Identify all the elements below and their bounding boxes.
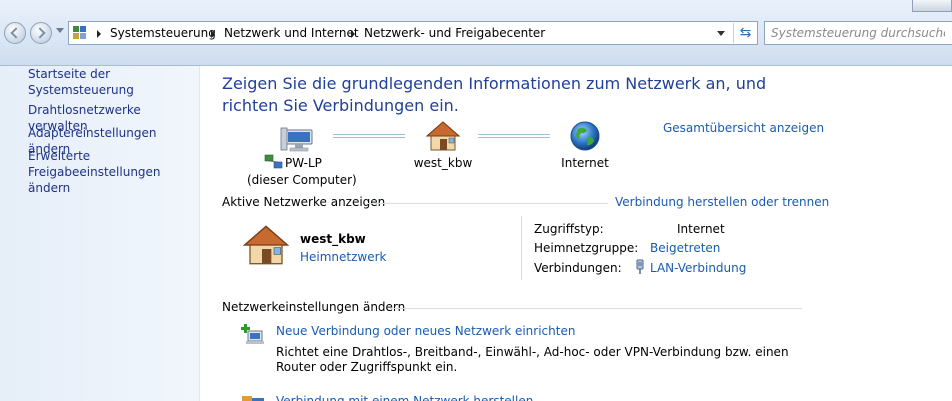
page-title: Zeigen Sie die grundlegenden Information…: [222, 74, 767, 115]
sidebar-item-advanced-sharing[interactable]: Erweiterte Freigabeeinstellungen ändern: [28, 148, 199, 196]
breadcrumb-separator-icon[interactable]: [211, 30, 215, 38]
new-connection-icon: [241, 324, 264, 344]
breadcrumb[interactable]: Systemsteuerung Netzwerk und Internet Ne…: [68, 21, 758, 45]
homegroup-label: Heimnetzgruppe:: [534, 241, 639, 255]
home-network-icon: [242, 225, 290, 265]
internet-label: Internet: [561, 156, 609, 170]
task-sidebar: Startseite der Systemsteuerung Drahtlosn…: [0, 66, 200, 401]
active-network-name: west_kbw: [300, 232, 366, 246]
homegroup-link[interactable]: Beigetreten: [650, 241, 720, 255]
breadcrumb-item-netzwerk-internet[interactable]: Netzwerk und Internet: [224, 26, 359, 40]
globe-icon[interactable]: [569, 120, 601, 152]
history-dropdown-icon[interactable]: [56, 28, 64, 33]
network-computers-icon: [264, 154, 283, 169]
home-network-icon[interactable]: [425, 120, 461, 152]
window-control-button[interactable]: [912, 0, 952, 12]
new-connection-link[interactable]: Neue Verbindung oder neues Netzwerk einr…: [276, 324, 575, 338]
breadcrumb-item-freigabecenter[interactable]: Netzwerk- und Freigabecenter: [364, 26, 545, 40]
forward-button[interactable]: [30, 22, 52, 44]
search-input[interactable]: [765, 22, 945, 44]
connections-label: Verbindungen:: [534, 261, 622, 275]
full-map-link[interactable]: Gesamtübersicht anzeigen: [663, 121, 824, 135]
sidebar-item-control-panel-home[interactable]: Startseite der Systemsteuerung: [28, 66, 199, 98]
vertical-divider: [521, 216, 522, 280]
breadcrumb-separator-icon[interactable]: [97, 30, 101, 38]
ethernet-plug-icon: [636, 259, 644, 274]
connect-disconnect-link[interactable]: Verbindung herstellen oder trennen: [615, 195, 829, 209]
section-divider: [368, 203, 608, 204]
network-name-map: west_kbw: [413, 156, 473, 170]
computer-icon[interactable]: [280, 120, 318, 154]
lan-connection-link[interactable]: LAN-Verbindung: [650, 261, 746, 275]
connect-to-network-link[interactable]: Verbindung mit einem Netzwerk herstellen: [276, 394, 533, 401]
address-toolbar: Systemsteuerung Netzwerk und Internet Ne…: [0, 0, 952, 66]
breadcrumb-item-systemsteuerung[interactable]: Systemsteuerung: [110, 26, 216, 40]
network-type-link[interactable]: Heimnetzwerk: [300, 250, 387, 264]
control-panel-icon: [73, 26, 88, 40]
active-networks-title: Aktive Netzwerke anzeigen: [222, 195, 386, 209]
new-connection-description: Richtet eine Drahtlos-, Breitband-, Einw…: [276, 345, 789, 374]
breadcrumb-separator-icon[interactable]: [351, 30, 355, 38]
connect-network-icon: [242, 396, 264, 401]
computer-name: PW-LP: [285, 156, 322, 170]
computer-subtitle: (dieser Computer): [247, 173, 357, 187]
connection-line: [478, 134, 550, 138]
refresh-icon[interactable]: ⇆: [733, 23, 757, 43]
back-button[interactable]: [4, 22, 26, 44]
access-type-value: Internet: [677, 222, 725, 236]
address-dropdown-icon[interactable]: [717, 31, 725, 36]
connection-line: [333, 134, 405, 138]
network-settings-title: Netzwerkeinstellungen ändern: [222, 300, 406, 314]
section-divider: [390, 308, 802, 309]
access-type-label: Zugriffstyp:: [534, 222, 604, 236]
search-box[interactable]: [764, 21, 952, 45]
main-content: Zeigen Sie die grundlegenden Information…: [200, 66, 952, 401]
